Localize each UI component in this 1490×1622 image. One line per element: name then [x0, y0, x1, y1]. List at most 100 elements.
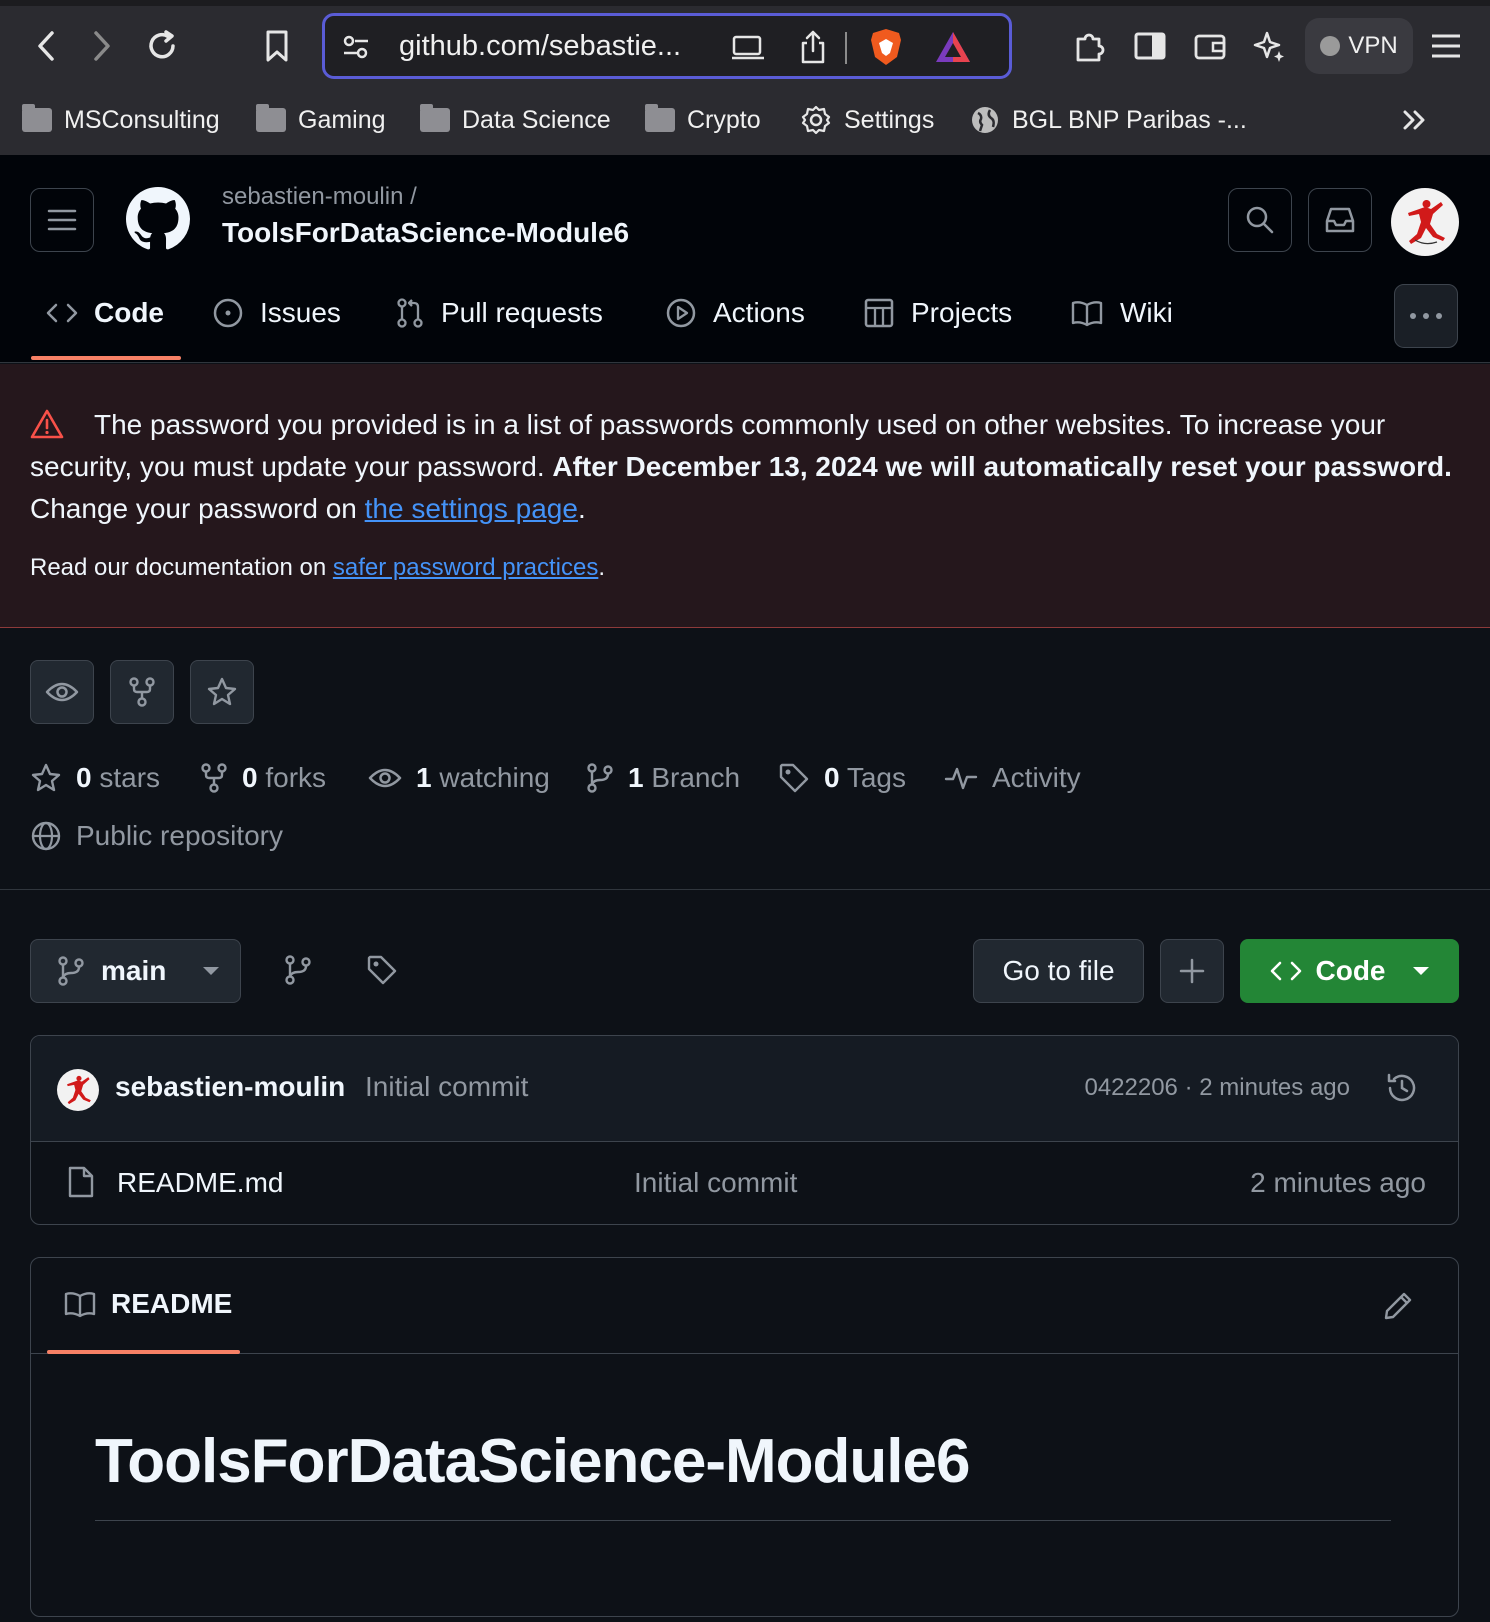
hamburger-icon	[47, 209, 77, 231]
stars-stat[interactable]: 0 stars	[30, 758, 160, 798]
gear-icon	[801, 105, 831, 135]
inbox-button[interactable]	[1308, 188, 1372, 252]
bookmark-label: BGL BNP Paribas -...	[1012, 105, 1247, 134]
file-name[interactable]: README.md	[117, 1167, 283, 1199]
commit-author[interactable]: sebastien-moulin	[115, 1071, 345, 1103]
reload-icon[interactable]	[138, 20, 186, 72]
tag-icon	[779, 763, 809, 793]
pencil-icon[interactable]	[1382, 1290, 1414, 1322]
plus-icon	[1179, 958, 1205, 984]
tab-label: Pull requests	[441, 297, 603, 328]
branch-stat[interactable]: 1 Branch	[586, 758, 740, 798]
tags-stat[interactable]: 0 Tags	[778, 758, 906, 798]
code-dropdown-button[interactable]: Code	[1240, 939, 1459, 1003]
bookmark-label: Crypto	[687, 105, 761, 134]
repo-name[interactable]: ToolsForDataScience-Module6	[222, 217, 629, 249]
commit-message[interactable]: Initial commit	[365, 1071, 528, 1103]
tab-label: Wiki	[1120, 297, 1173, 328]
warning-text: .	[577, 493, 586, 524]
sidebar-toggle-icon[interactable]	[1128, 22, 1172, 70]
settings-page-link[interactable]: the settings page	[365, 493, 578, 524]
watching-stat[interactable]: 1 watching	[368, 758, 550, 798]
history-icon[interactable]	[1384, 1070, 1420, 1106]
vpn-button[interactable]: VPN	[1305, 18, 1413, 74]
vpn-label: VPN	[1348, 32, 1398, 59]
share-icon[interactable]	[793, 28, 833, 66]
tab-pull-requests[interactable]: Pull requests	[395, 288, 603, 338]
more-tabs-button[interactable]	[1394, 284, 1458, 348]
tab-label: Code	[94, 297, 164, 328]
tags-link-icon[interactable]	[366, 954, 398, 986]
bookmark-label: Settings	[844, 105, 935, 134]
bookmark-gaming[interactable]: Gaming	[256, 96, 386, 144]
readme-tab[interactable]: README	[63, 1288, 232, 1320]
tab-label: Issues	[260, 297, 341, 328]
brave-shields-icon[interactable]	[865, 26, 907, 68]
tab-projects[interactable]: Projects	[863, 288, 1012, 338]
cast-icon[interactable]	[729, 32, 769, 64]
go-to-file-button[interactable]: Go to file	[973, 939, 1144, 1003]
branch-count: 1	[628, 762, 644, 793]
bookmark-bgl[interactable]: BGL BNP Paribas -...	[970, 96, 1247, 144]
branch-selector[interactable]: main	[30, 939, 241, 1003]
safer-password-link[interactable]: safer password practices	[333, 554, 598, 581]
url-text[interactable]: github.com/sebastie...	[399, 30, 681, 63]
add-file-button[interactable]	[1160, 939, 1224, 1003]
book-icon	[64, 1292, 96, 1318]
wallet-icon[interactable]	[1188, 22, 1232, 70]
address-bar[interactable]: github.com/sebastie...	[322, 13, 1012, 79]
bookmarks-bar: MSConsulting Gaming Data Science Crypto …	[0, 96, 1490, 152]
forks-stat[interactable]: 0 forks	[200, 758, 326, 798]
extensions-icon[interactable]	[1068, 22, 1112, 70]
jumpman-avatar-icon	[67, 1075, 91, 1105]
table-row[interactable]: README.md Initial commit 2 minutes ago	[31, 1143, 1458, 1224]
password-warning-banner: The password you provided is in a list o…	[0, 364, 1490, 628]
bookmark-settings[interactable]: Settings	[800, 96, 934, 144]
branches-link-icon[interactable]	[284, 954, 312, 986]
star-button[interactable]	[190, 660, 254, 724]
commit-author-avatar[interactable]	[57, 1069, 99, 1111]
more-bookmarks-icon[interactable]	[1402, 96, 1428, 144]
leo-ai-icon[interactable]	[1248, 22, 1292, 70]
user-avatar[interactable]	[1391, 188, 1459, 256]
git-branch-icon	[587, 763, 613, 793]
table-icon	[864, 298, 894, 328]
forward-icon[interactable]	[80, 22, 124, 70]
bookmark-data-science[interactable]: Data Science	[420, 96, 611, 144]
commit-hash-time[interactable]: 0422206 · 2 minutes ago	[1084, 1074, 1350, 1102]
activity-link[interactable]: Activity	[944, 758, 1081, 798]
github-logo-icon[interactable]	[126, 187, 190, 251]
bookmark-icon[interactable]	[255, 22, 299, 70]
file-commit-message[interactable]: Initial commit	[634, 1167, 797, 1199]
repo-owner[interactable]: sebastien-moulin /	[222, 183, 417, 211]
folder-icon	[645, 104, 675, 132]
tab-label: Actions	[713, 297, 805, 328]
bookmark-label: MSConsulting	[64, 105, 220, 134]
site-settings-icon[interactable]	[339, 32, 373, 62]
brave-rewards-icon[interactable]	[931, 26, 975, 68]
window-strip	[0, 0, 1490, 6]
search-button[interactable]	[1228, 188, 1292, 252]
warning-bold-text: After December 13, 2024 we will automati…	[552, 451, 1452, 482]
global-nav-menu-button[interactable]	[30, 188, 94, 252]
forks-label: forks	[265, 762, 327, 793]
stars-label: stars	[99, 762, 161, 793]
code-button-label: Code	[1315, 955, 1386, 986]
readme-rule	[95, 1520, 1391, 1521]
tab-code[interactable]: Code	[46, 288, 164, 338]
watch-button[interactable]	[30, 660, 94, 724]
bookmark-crypto[interactable]: Crypto	[645, 96, 761, 144]
menu-icon[interactable]	[1422, 22, 1470, 70]
pull-request-icon	[397, 298, 423, 328]
active-tab-indicator	[47, 1350, 240, 1354]
globe-icon	[972, 107, 998, 133]
bookmark-msconsulting[interactable]: MSConsulting	[22, 96, 220, 144]
back-icon[interactable]	[24, 22, 68, 70]
readme-title: ToolsForDataScience-Module6	[95, 1427, 970, 1496]
tab-actions[interactable]: Actions	[665, 288, 805, 338]
tab-wiki[interactable]: Wiki	[1070, 288, 1173, 338]
fork-button[interactable]	[110, 660, 174, 724]
browser-chrome: github.com/sebastie... VPN MSConsulting …	[0, 0, 1490, 155]
tab-issues[interactable]: Issues	[212, 288, 341, 338]
github-header: sebastien-moulin / ToolsForDataScience-M…	[0, 155, 1490, 363]
